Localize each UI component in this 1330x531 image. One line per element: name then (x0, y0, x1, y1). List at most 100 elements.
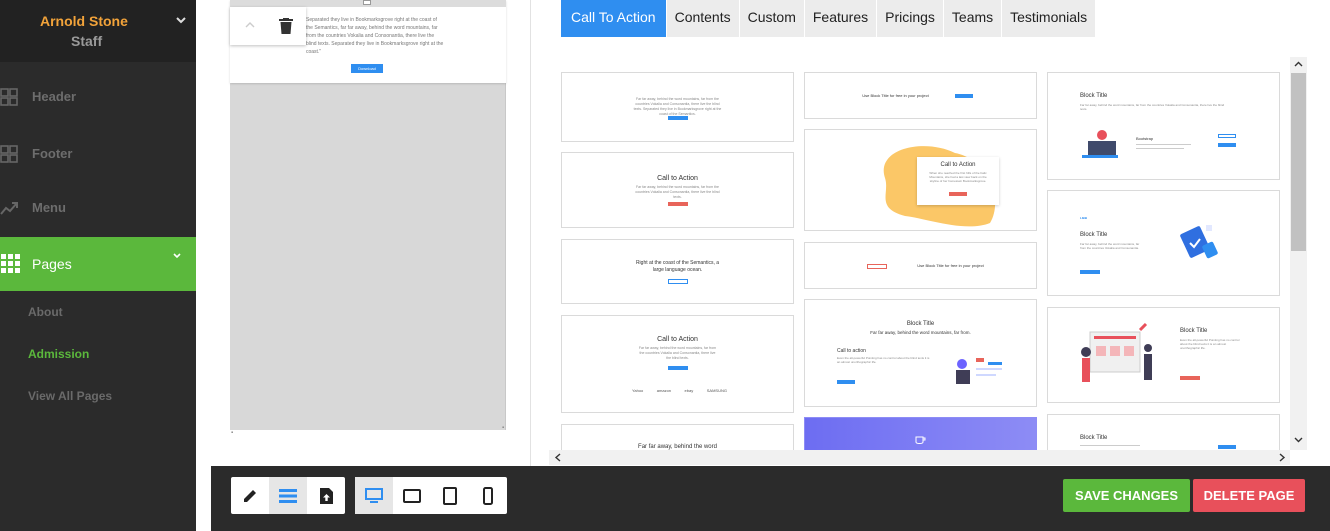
tab-features[interactable]: Features (804, 0, 878, 37)
horizontal-scrollbar[interactable] (549, 450, 1290, 465)
thumb-title: Use Block Title for free in your project (862, 93, 929, 98)
block-text: Separated they live in Bookmarksgrove ri… (306, 17, 444, 55)
sidebar-subitem-admission[interactable]: Admission (28, 347, 89, 361)
delete-page-button[interactable]: DELETE PAGE (1193, 479, 1305, 512)
block-category-tabs: Call To Action Contents Custom Features … (561, 0, 1097, 37)
cup-icon (915, 436, 926, 444)
block-thumbnail[interactable]: Block Title (1047, 414, 1280, 450)
sidebar-item-pages[interactable]: Pages (0, 237, 196, 291)
mobile-icon (483, 486, 493, 505)
sidebar-item-label: Header (32, 89, 77, 104)
illustration (1081, 322, 1152, 382)
thumb-button (837, 380, 855, 384)
tab-pricings[interactable]: Pricings (877, 0, 944, 37)
thumb-inner-title: Bootstrap (1136, 136, 1154, 141)
block-download-button: Download (351, 64, 383, 73)
user-profile[interactable]: Arnold Stone Staff (0, 0, 196, 62)
file-upload-icon (319, 487, 333, 504)
block-thumbnail[interactable]: Use Block Title for free in your project (804, 72, 1037, 119)
panel-divider (530, 0, 531, 466)
thumb-title: Use Block Title for free in your project (917, 263, 984, 268)
illustration (956, 358, 1002, 384)
tablet-landscape-icon (403, 488, 421, 503)
pencil-icon (244, 489, 256, 502)
block-thumbnail[interactable]: Block Title Far far away, behind the wor… (1047, 72, 1280, 180)
chevron-down-icon (173, 253, 181, 259)
scrollbar-thumb[interactable] (1291, 73, 1306, 251)
thumb-card: Call to Action When she reached the firs… (917, 157, 999, 205)
thumb-button (668, 202, 688, 206)
block-thumbnail[interactable]: Block Title Far far away, behind the wor… (804, 299, 1037, 407)
tab-custom[interactable]: Custom (739, 0, 805, 37)
desktop-icon (365, 487, 383, 503)
blocks-mode-button[interactable] (269, 477, 307, 514)
sidebar-item-menu[interactable]: Menu (0, 181, 196, 235)
thumb-button (955, 94, 973, 98)
tab-call-to-action[interactable]: Call To Action (561, 0, 667, 37)
illustration (1180, 225, 1218, 259)
grid-icon (0, 145, 18, 163)
apps-icon (1, 254, 20, 273)
block-thumbnail[interactable] (804, 417, 1037, 450)
scroll-left-icon[interactable] (553, 452, 563, 463)
illustration (1082, 130, 1118, 158)
thumb-button (668, 116, 688, 120)
sidebar-subitem-view-all-pages[interactable]: View All Pages (28, 389, 112, 403)
tablet-portrait-view-button[interactable] (431, 477, 469, 514)
block-tools (230, 7, 306, 45)
trash-icon[interactable] (279, 18, 293, 34)
edit-mode-button[interactable] (231, 477, 269, 514)
block-thumbnail[interactable]: Call to Action Far far away, behind the … (561, 315, 794, 413)
scroll-down-icon[interactable] (1293, 434, 1304, 445)
resize-handle[interactable] (363, 0, 371, 5)
tab-testimonials[interactable]: Testimonials (1002, 0, 1097, 37)
tablet-portrait-icon (443, 486, 457, 505)
corner-dot: ▪ (231, 430, 234, 436)
thumb-inner-title: Call to action (837, 348, 866, 354)
block-thumbnail[interactable]: Far far away, behind the word mountains,… (561, 72, 794, 142)
thumb-button (668, 366, 688, 370)
chevron-up-icon[interactable] (245, 20, 255, 30)
block-thumbnail[interactable]: Block Title Even the all-powerful Pointi… (1047, 307, 1280, 403)
sidebar-item-footer[interactable]: Footer (0, 127, 196, 181)
tab-teams[interactable]: Teams (943, 0, 1003, 37)
block-thumbnail[interactable]: Call to Action Far far away, behind the … (561, 152, 794, 228)
sidebar: Arnold Stone Staff Header Footer Menu Pa… (0, 0, 196, 531)
thumb-title: Call to Action (657, 175, 698, 182)
scroll-right-icon[interactable] (1277, 452, 1287, 463)
block-thumbnail[interactable]: Far far away, behind the word (561, 424, 794, 450)
block-thumbnail[interactable]: Right at the coast of the Semantics, a l… (561, 239, 794, 304)
blocks-icon (279, 488, 297, 503)
thumb-text: Far far away, behind the word mountains,… (1080, 103, 1225, 111)
block-thumbnail[interactable]: Use Block Title for free in your project (804, 242, 1037, 289)
thumb-logos: Yahoo amazon ebay SAMSUNG (632, 388, 727, 393)
chevron-down-icon[interactable] (175, 14, 187, 26)
sidebar-item-label: Menu (32, 200, 66, 215)
scroll-up-icon[interactable] (1293, 59, 1304, 70)
thumb-text: Far far away, behind the word mountains,… (633, 97, 722, 116)
block-thumbnail[interactable]: Call to Action When she reached the firs… (804, 129, 1037, 231)
thumb-title: Block Title (1080, 435, 1108, 441)
device-tool-group (355, 477, 507, 514)
tab-contents[interactable]: Contents (666, 0, 740, 37)
block-thumbnail[interactable]: LIBB Block Title Far far away, behind th… (1047, 190, 1280, 296)
thumb-title: Block Title (1080, 232, 1108, 238)
mode-tool-group (231, 477, 345, 514)
thumb-tag: LIBB (1080, 216, 1087, 220)
user-name: Arnold Stone (40, 13, 128, 29)
sidebar-subitem-about[interactable]: About (28, 305, 63, 319)
thumb-title: Call to Action (657, 336, 698, 343)
grid-icon (0, 88, 18, 106)
sidebar-item-label: Pages (32, 256, 72, 272)
save-changes-button[interactable]: SAVE CHANGES (1063, 479, 1190, 512)
mobile-view-button[interactable] (469, 477, 507, 514)
sidebar-item-header[interactable]: Header (0, 70, 196, 124)
export-button[interactable] (307, 477, 345, 514)
desktop-view-button[interactable] (355, 477, 393, 514)
thumb-title: Block Title (1080, 93, 1108, 99)
thumb-text: Even the all-powerful Pointing has no co… (1180, 338, 1240, 350)
tablet-landscape-view-button[interactable] (393, 477, 431, 514)
user-role: Staff (71, 33, 103, 49)
sidebar-item-label: Footer (32, 146, 73, 161)
block-gallery: Far far away, behind the word mountains,… (561, 57, 1307, 450)
